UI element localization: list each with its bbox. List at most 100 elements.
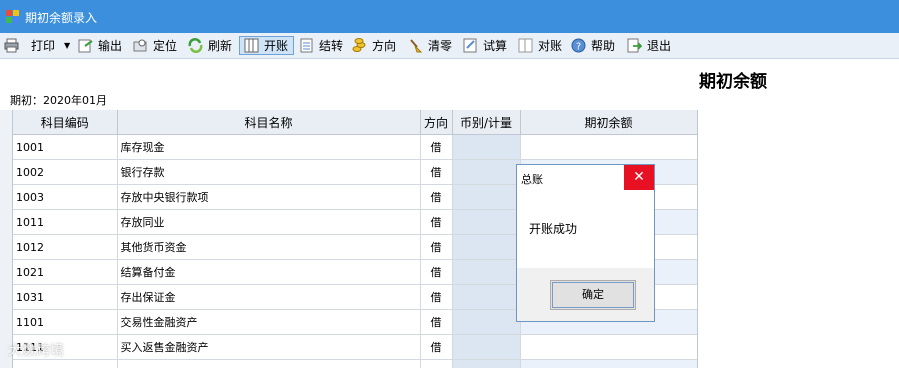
help-button[interactable]: ? 帮助	[571, 36, 615, 55]
transfer-button[interactable]: 结转	[299, 36, 343, 55]
window-title: 期初余额录入	[25, 11, 98, 25]
open-account-button[interactable]: 开账	[239, 36, 294, 55]
account-name[interactable]: 交易性金融资产	[117, 309, 421, 335]
account-code[interactable]	[13, 359, 118, 368]
account-name[interactable]: 存放中央银行款项	[117, 184, 421, 210]
print-button[interactable]: 打印 ▼	[4, 36, 70, 55]
account-name[interactable]: 其他货币资金	[117, 234, 421, 260]
account-code[interactable]: 1011	[13, 209, 118, 235]
opening-balance-cell[interactable]	[520, 134, 697, 160]
column-header-name[interactable]: 科目名称	[117, 110, 421, 135]
table-row[interactable]	[13, 359, 697, 368]
locate-icon	[133, 38, 148, 53]
account-direction[interactable]	[420, 359, 453, 368]
locate-button[interactable]: 定位	[133, 36, 177, 55]
direction-button[interactable]: 方向	[352, 36, 396, 55]
reconcile-button[interactable]: 对账	[518, 36, 562, 55]
printer-icon	[4, 38, 19, 53]
currency-cell[interactable]	[452, 184, 521, 210]
ok-button[interactable]: 确定	[550, 280, 636, 310]
help-label: 帮助	[591, 39, 616, 53]
currency-cell[interactable]	[452, 359, 521, 368]
trial-balance-button[interactable]: 试算	[463, 36, 507, 55]
refresh-label: 刷新	[208, 39, 233, 53]
account-code[interactable]: 1031	[13, 284, 118, 310]
trial-balance-label: 试算	[483, 39, 508, 53]
exit-button[interactable]: 退出	[627, 36, 671, 55]
exit-icon	[627, 38, 643, 53]
currency-cell[interactable]	[452, 259, 521, 285]
dialog-body: 开账成功	[517, 190, 654, 268]
table-row[interactable]: 1111 买入返售金融资产借	[13, 334, 697, 360]
refresh-button[interactable]: 刷新	[188, 36, 232, 55]
transfer-icon	[299, 38, 314, 53]
exit-label: 退出	[647, 39, 672, 53]
account-code[interactable]: 1021	[13, 259, 118, 285]
account-code[interactable]: 1101	[13, 309, 118, 335]
account-direction[interactable]: 借	[420, 159, 453, 185]
dialog-message: 开账成功	[529, 222, 578, 236]
row-header-strip	[0, 110, 12, 368]
table-row[interactable]: 1001 库存现金借	[13, 134, 697, 160]
window-titlebar: 期初余额录入	[0, 0, 899, 33]
opening-balance-cell[interactable]	[520, 359, 697, 368]
print-label: 打印	[31, 39, 56, 53]
open-account-label: 开账	[264, 39, 289, 53]
toolbar: 打印 ▼ 输出 定位 刷新 开账 结转 方向 清零 试算 对账 ? 帮助 退出	[0, 33, 899, 59]
account-direction[interactable]: 借	[420, 259, 453, 285]
account-direction[interactable]: 借	[420, 184, 453, 210]
currency-cell[interactable]	[452, 134, 521, 160]
account-code[interactable]: 1002	[13, 159, 118, 185]
account-direction[interactable]: 借	[420, 284, 453, 310]
calculator-icon	[463, 38, 478, 53]
transfer-label: 结转	[319, 39, 344, 53]
account-direction[interactable]: 借	[420, 309, 453, 335]
export-button[interactable]: 输出	[78, 36, 122, 55]
close-icon[interactable]: ✕	[624, 165, 654, 190]
account-direction[interactable]: 借	[420, 334, 453, 360]
dialog-title: 总账	[521, 173, 543, 186]
column-header-code[interactable]: 科目编码	[13, 110, 118, 135]
direction-label: 方向	[372, 39, 397, 53]
column-header-balance[interactable]: 期初余额	[520, 110, 697, 135]
currency-cell[interactable]	[452, 209, 521, 235]
account-name[interactable]: 买入返售金融资产	[117, 334, 421, 360]
account-code[interactable]: 1001	[13, 134, 118, 160]
message-dialog: 总账 ✕ 开账成功 确定	[516, 164, 655, 322]
account-code[interactable]: 1003	[13, 184, 118, 210]
account-direction[interactable]: 借	[420, 209, 453, 235]
account-name[interactable]: 结算备付金	[117, 259, 421, 285]
column-header-currency[interactable]: 币别/计量	[452, 110, 521, 135]
svg-text:?: ?	[576, 42, 581, 53]
app-icon	[6, 10, 19, 23]
dialog-footer: 确定	[517, 268, 654, 321]
clear-zero-button[interactable]: 清零	[408, 36, 452, 55]
table-header-row: 科目编码 科目名称 方向 币别/计量 期初余额	[13, 110, 697, 135]
refresh-icon	[188, 38, 203, 53]
period-label: 期初：2020年01月	[10, 94, 107, 107]
help-icon: ?	[571, 38, 586, 53]
dialog-titlebar[interactable]: 总账 ✕	[517, 165, 654, 190]
locate-label: 定位	[153, 39, 178, 53]
account-name[interactable]: 银行存款	[117, 159, 421, 185]
currency-cell[interactable]	[452, 234, 521, 260]
account-name[interactable]: 存放同业	[117, 209, 421, 235]
clear-zero-label: 清零	[428, 39, 453, 53]
currency-cell[interactable]	[452, 159, 521, 185]
column-header-direction[interactable]: 方向	[420, 110, 453, 135]
export-label: 输出	[98, 39, 123, 53]
account-name[interactable]: 库存现金	[117, 134, 421, 160]
reconcile-icon	[518, 38, 533, 53]
currency-cell[interactable]	[452, 284, 521, 310]
account-code[interactable]: 1012	[13, 234, 118, 260]
currency-cell[interactable]	[452, 334, 521, 360]
chevron-down-icon[interactable]: ▼	[64, 41, 70, 50]
broom-icon	[408, 38, 423, 53]
opening-balance-cell[interactable]	[520, 334, 697, 360]
account-name[interactable]: 存出保证金	[117, 284, 421, 310]
account-name[interactable]	[117, 359, 421, 368]
page-title: 期初余额	[699, 72, 767, 92]
account-direction[interactable]: 借	[420, 134, 453, 160]
account-direction[interactable]: 借	[420, 234, 453, 260]
currency-cell[interactable]	[452, 309, 521, 335]
